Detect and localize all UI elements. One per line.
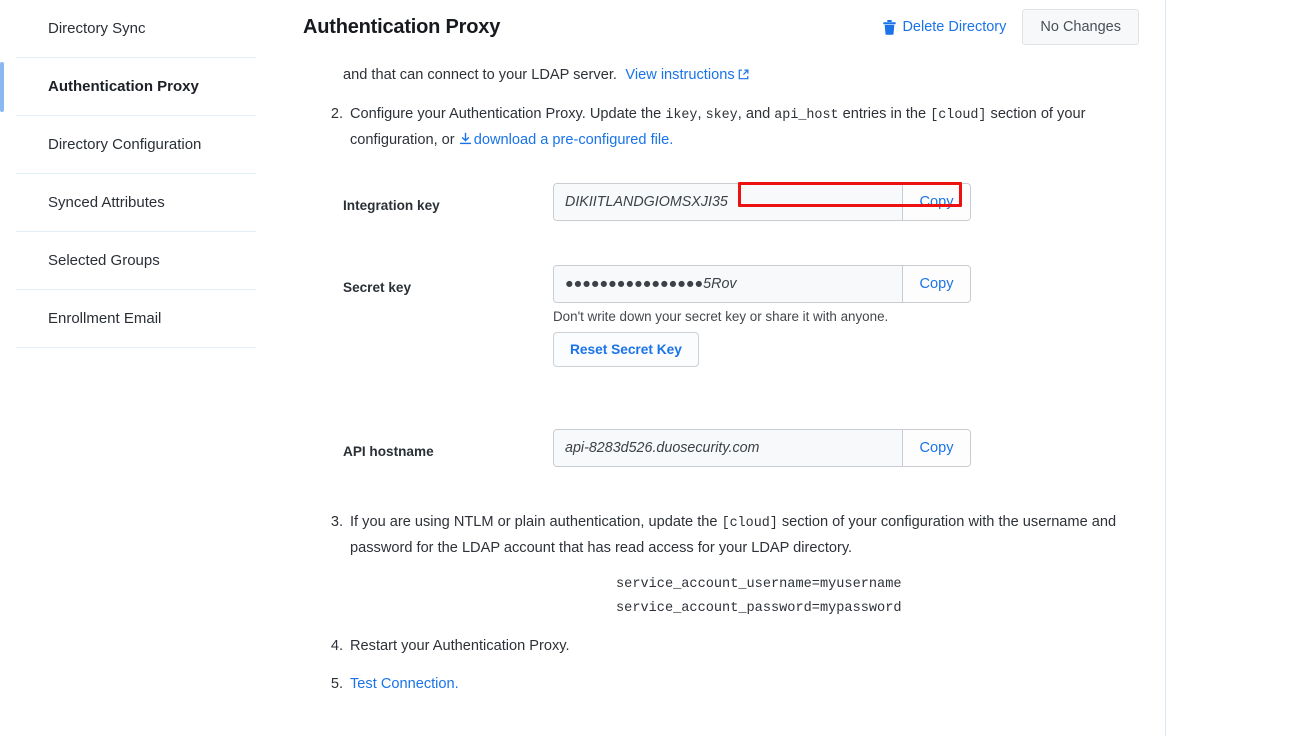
step-3-code-block: service_account_username=myusername serv… (616, 573, 902, 621)
api-hostname-label: API hostname (343, 444, 434, 459)
code-api-host: api_host (774, 108, 839, 123)
intro-tail-line: and that can connect to your LDAP server… (343, 63, 1143, 87)
sidebar-item-directory-sync[interactable]: Directory Sync (16, 0, 256, 58)
step-4-body: Restart your Authentication Proxy. (350, 638, 570, 654)
sidebar: Directory Sync Authentication Proxy Dire… (0, 0, 272, 736)
secret-key-input[interactable]: ●●●●●●●●●●●●●●●●5Rov (554, 266, 902, 302)
sidebar-item-directory-configuration[interactable]: Directory Configuration (16, 116, 256, 174)
step-2-text-b: , (697, 106, 706, 122)
save-button[interactable]: No Changes (1022, 9, 1139, 45)
step-3-body: If you are using NTLM or plain authentic… (350, 510, 1131, 560)
sidebar-nav-list: Directory Sync Authentication Proxy Dire… (0, 0, 272, 348)
download-icon (459, 130, 472, 145)
sidebar-item-synced-attributes[interactable]: Synced Attributes (16, 174, 256, 232)
secret-key-input-group: ●●●●●●●●●●●●●●●●5Rov Copy (553, 265, 971, 303)
step-2-number: 2. (330, 106, 343, 122)
header-actions: Delete Directory No Changes (883, 9, 1139, 45)
api-hostname-input-group: api-8283d526.duosecurity.com Copy (553, 429, 971, 467)
step-4-number: 4. (330, 638, 343, 654)
delete-directory-button[interactable]: Delete Directory (883, 19, 1006, 35)
right-gutter (1167, 0, 1293, 736)
main-panel: Authentication Proxy Delete Directory No… (272, 0, 1166, 736)
active-indicator-bar (0, 62, 4, 112)
app-root: Directory Sync Authentication Proxy Dire… (0, 0, 1293, 736)
step-5: 5. Test Connection. (321, 672, 1131, 696)
reset-secret-key-button[interactable]: Reset Secret Key (553, 332, 699, 367)
copy-api-hostname-button[interactable]: Copy (902, 430, 970, 466)
api-hostname-input[interactable]: api-8283d526.duosecurity.com (554, 430, 902, 466)
step-2: 2. Configure your Authentication Proxy. … (321, 102, 1131, 152)
page-header: Authentication Proxy Delete Directory No… (272, 0, 1166, 56)
step-3-number: 3. (330, 514, 343, 530)
sidebar-item-authentication-proxy[interactable]: Authentication Proxy (0, 58, 256, 116)
step-2-text-d: entries in the (838, 106, 931, 122)
step-2-text-a: Configure your Authentication Proxy. Upd… (350, 106, 666, 122)
integration-key-input-group: DIKIITLANDGIOMSXJI35 Copy (553, 183, 971, 221)
copy-integration-key-button[interactable]: Copy (902, 184, 970, 220)
test-connection-link[interactable]: Test Connection. (350, 676, 459, 692)
code-skey: skey (705, 108, 738, 123)
delete-directory-label: Delete Directory (902, 19, 1007, 35)
integration-key-input[interactable]: DIKIITLANDGIOMSXJI35 (554, 184, 902, 220)
code-ikey: ikey (665, 108, 698, 123)
step-2-body: Configure your Authentication Proxy. Upd… (350, 102, 1131, 152)
integration-key-label: Integration key (343, 198, 440, 213)
code-cloud-step2: [cloud] (930, 108, 987, 123)
sidebar-item-enrollment-email[interactable]: Enrollment Email (16, 290, 256, 348)
code-service-account-password: service_account_password=mypassword (616, 601, 902, 616)
download-preconfigured-file-link[interactable]: download a pre-configured file. (474, 132, 674, 148)
sidebar-item-label: Directory Sync (48, 20, 146, 37)
sidebar-item-label: Authentication Proxy (48, 78, 199, 95)
sidebar-item-label: Directory Configuration (48, 136, 202, 153)
page-title: Authentication Proxy (303, 16, 501, 38)
secret-key-hint: Don't write down your secret key or shar… (553, 309, 889, 324)
sidebar-item-label: Synced Attributes (48, 194, 165, 211)
sidebar-item-label: Selected Groups (48, 252, 160, 269)
step-4: 4. Restart your Authentication Proxy. (321, 634, 1131, 658)
intro-tail-text: and that can connect to your LDAP server… (343, 67, 617, 83)
code-cloud-step3: [cloud] (721, 516, 778, 531)
step-5-body: Test Connection. (350, 672, 459, 696)
download-preconfigured-wrap: download a pre-configured file. (459, 128, 674, 152)
step-2-text-c: , and (737, 106, 775, 122)
external-link-icon (738, 64, 749, 80)
step-3-text-a: If you are using NTLM or plain authentic… (350, 514, 722, 530)
sidebar-item-selected-groups[interactable]: Selected Groups (16, 232, 256, 290)
step-5-number: 5. (330, 676, 343, 692)
view-instructions-label: View instructions (625, 67, 735, 83)
secret-key-label: Secret key (343, 280, 412, 295)
sidebar-item-label: Enrollment Email (48, 310, 162, 327)
trash-icon (883, 19, 897, 35)
code-service-account-username: service_account_username=myusername (616, 577, 902, 592)
view-instructions-link[interactable]: View instructions (625, 64, 749, 83)
copy-secret-key-button[interactable]: Copy (902, 266, 970, 302)
step-3: 3. If you are using NTLM or plain authen… (321, 510, 1131, 560)
